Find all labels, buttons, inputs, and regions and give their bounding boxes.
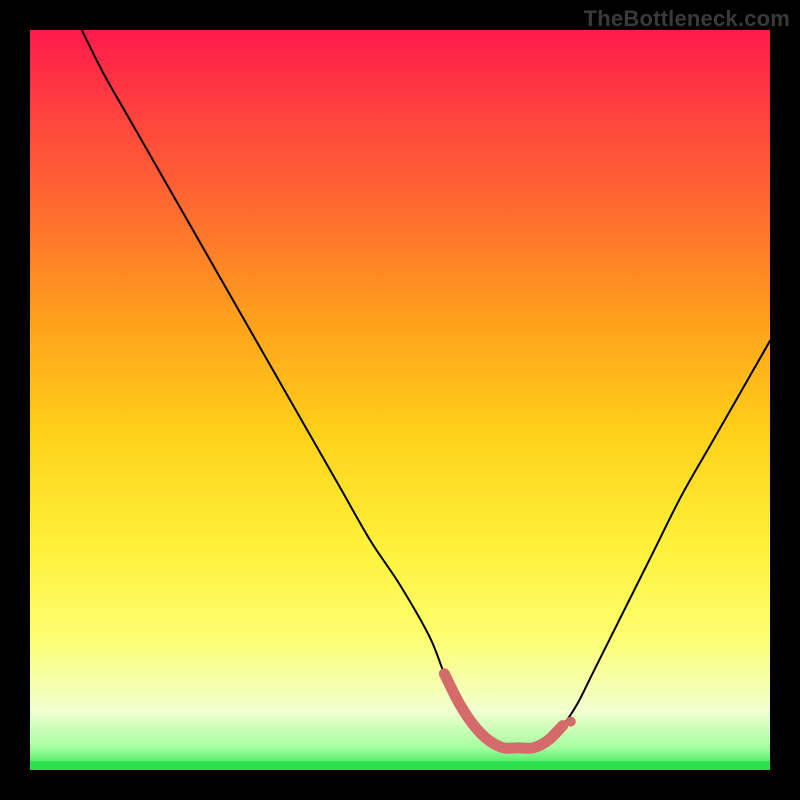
bottleneck-chart — [30, 30, 770, 770]
highlight-end-dot — [566, 717, 576, 727]
plot-area — [30, 30, 770, 770]
green-band — [30, 761, 770, 770]
watermark-text: TheBottleneck.com — [584, 6, 790, 32]
chart-frame: TheBottleneck.com — [0, 0, 800, 800]
